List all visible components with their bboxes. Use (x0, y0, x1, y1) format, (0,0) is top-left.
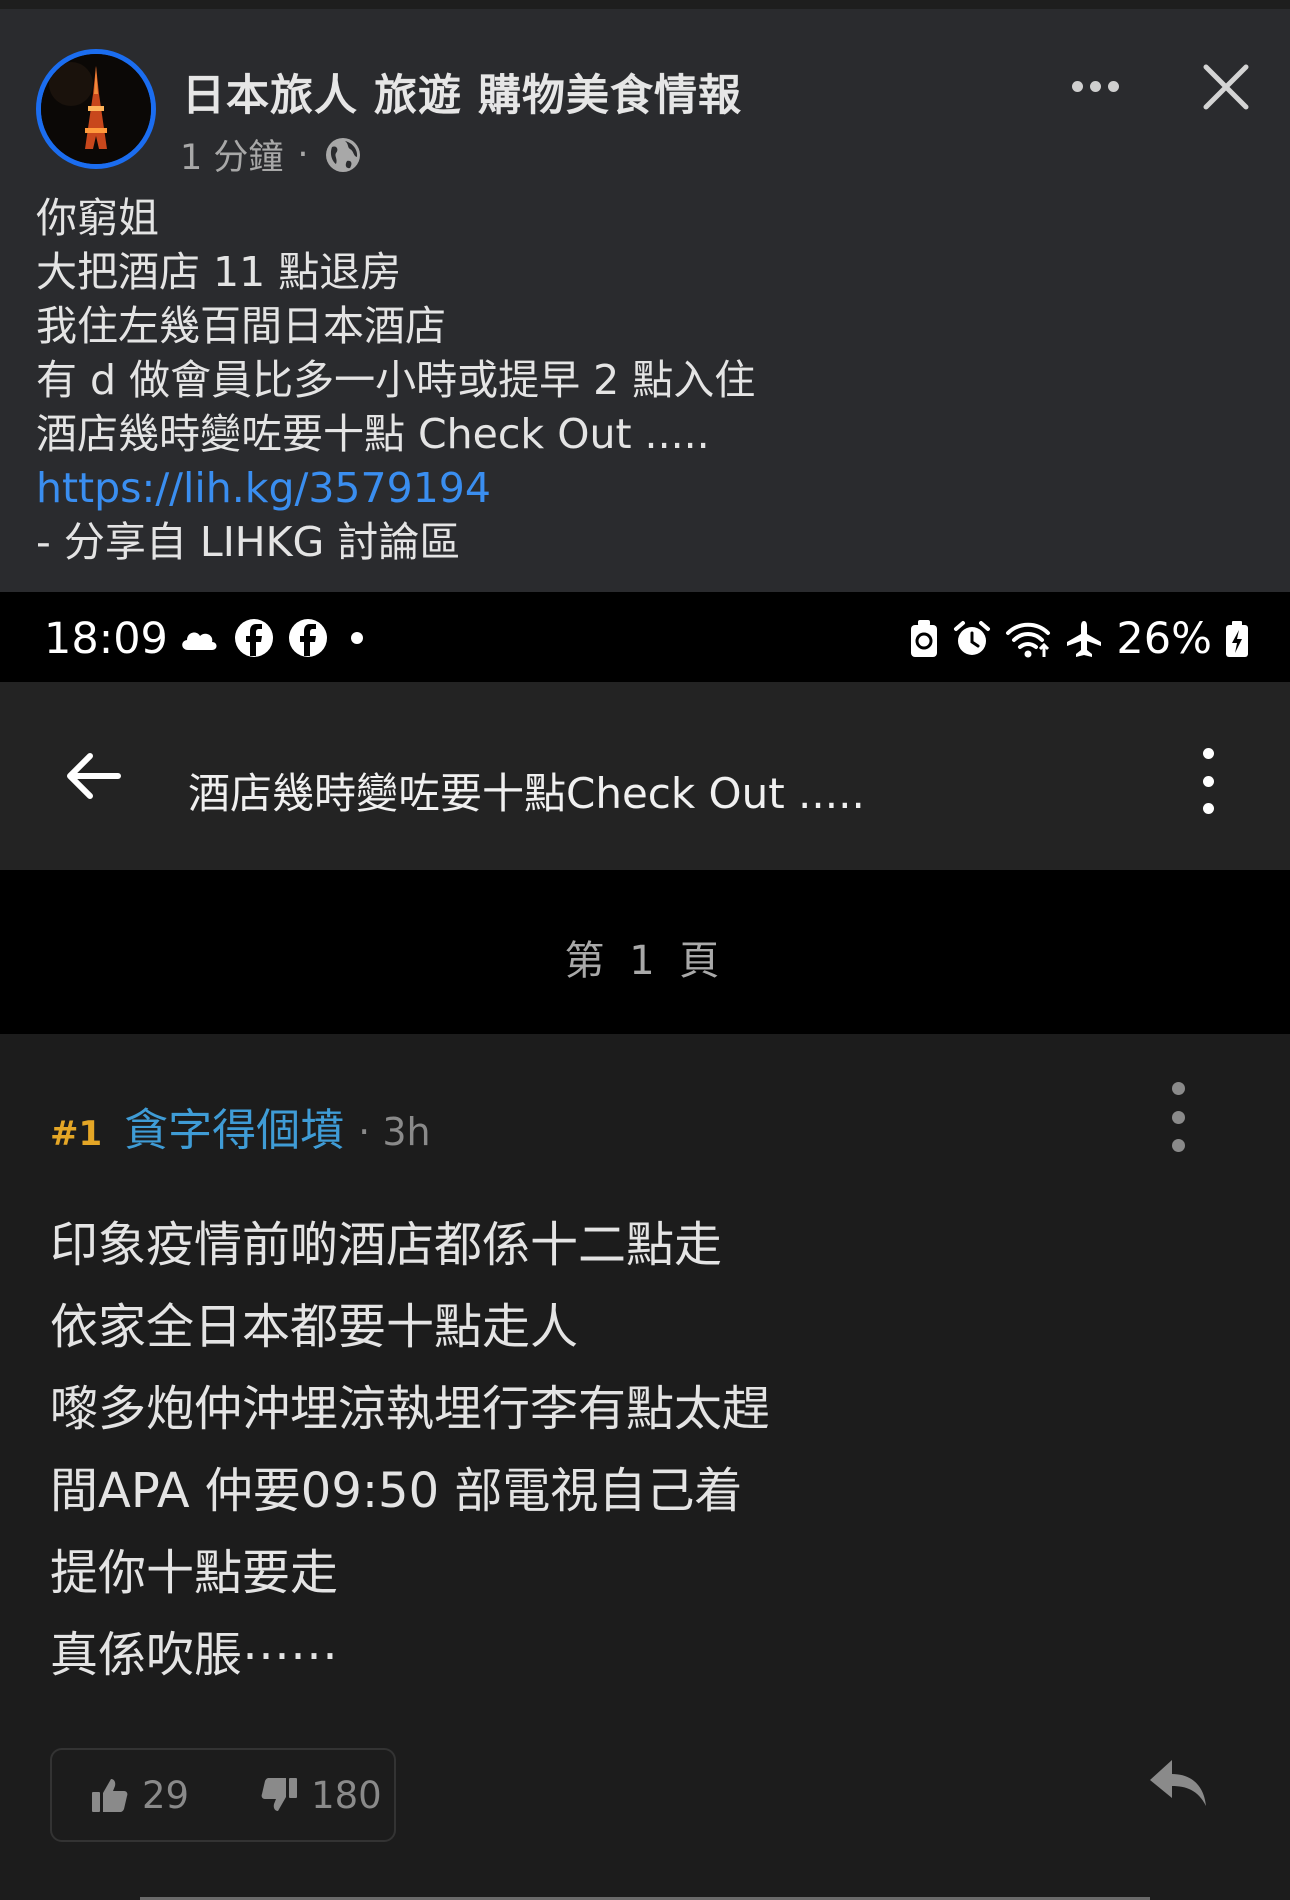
post-line: 大把酒店 11 點退房 (36, 248, 402, 296)
status-system-icons: 26% (908, 614, 1250, 664)
alarm-icon (954, 621, 991, 655)
floor-number: #1 (50, 1114, 103, 1154)
post-line: 我住左幾百間日本酒店 (36, 302, 446, 350)
battery-charging-icon (1226, 621, 1248, 657)
reply-post: #1 貪字得個墳 · 3h 印象疫情前啲酒店都係十二點走 依家全日本都要十點走人… (0, 1034, 1290, 1900)
thumbs-up-icon[interactable] (90, 1776, 130, 1814)
facebook-post: 日本旅人 旅遊 購物美食情報 1 分鐘 · 你窮姐 大把酒店 11 點退房 我住… (0, 0, 1290, 592)
reply-header: #1 貪字得個墳 · 3h (50, 1094, 431, 1158)
cloud-icon (182, 632, 217, 650)
airplane-icon (1067, 621, 1102, 657)
facebook-icon (235, 619, 273, 657)
page-indicator: 第 1 頁 (0, 870, 1290, 1034)
facebook-icon (289, 619, 327, 657)
post-time[interactable]: 1 分鐘 (180, 129, 283, 180)
meta-separator: · (297, 134, 309, 175)
post-line: 有 d 做會員比多一小時或提早 2 點入住 (36, 356, 756, 404)
vote-bar: 29 180 (50, 1748, 396, 1842)
reply-menu-icon[interactable] (1160, 1082, 1196, 1152)
back-arrow-icon[interactable] (62, 744, 126, 808)
reply-line: 間APA 仲要09:50 部電視自己着 (50, 1463, 743, 1519)
thread-app-bar: 酒店幾時變咗要十點Check Out ..... (0, 682, 1290, 870)
status-bar: 18:09 26% (0, 592, 1290, 682)
like-count: 29 (142, 1773, 190, 1817)
post-source: - 分享自 LIHKG 討論區 (36, 518, 461, 566)
post-line: 你窮姐 (36, 194, 159, 242)
page-name[interactable]: 日本旅人 旅遊 購物美食情報 (182, 61, 742, 123)
reply-line: 嚟多炮仲沖埋涼執埋行李有點太趕 (50, 1381, 771, 1437)
reply-line: 印象疫情前啲酒店都係十二點走 (50, 1217, 723, 1273)
post-body: 你窮姐 大把酒店 11 點退房 我住左幾百間日本酒店 有 d 做會員比多一小時或… (36, 191, 1256, 569)
close-icon[interactable] (1196, 57, 1256, 117)
dislike-count: 180 (311, 1773, 382, 1817)
reply-time: · 3h (358, 1110, 431, 1154)
reply-line: 真係吹脹⋯⋯ (50, 1627, 339, 1683)
post-meta: 1 分鐘 · (180, 129, 363, 180)
status-time: 18:09 (44, 614, 168, 664)
reply-arrow-icon[interactable] (1146, 1754, 1210, 1812)
status-notification-icons (178, 618, 372, 658)
reply-line: 提你十點要走 (50, 1545, 339, 1601)
more-options-icon[interactable] (1060, 61, 1130, 111)
page-number-label: 第 1 頁 (564, 938, 726, 984)
globe-icon (325, 137, 360, 172)
thumbs-down-icon[interactable] (259, 1776, 299, 1814)
battery-saver-icon (911, 620, 938, 657)
thread-menu-icon[interactable] (1190, 748, 1226, 814)
reply-line: 依家全日本都要十點走人 (50, 1299, 579, 1355)
dot-icon (351, 632, 363, 644)
tokyo-tower-image (41, 54, 151, 164)
reply-body: 印象疫情前啲酒店都係十二點走 依家全日本都要十點走人 嚟多炮仲沖埋涼執埋行李有點… (50, 1204, 1230, 1696)
thread-title: 酒店幾時變咗要十點Check Out ..... (188, 769, 865, 818)
wifi-icon (1006, 622, 1051, 658)
reply-username[interactable]: 貪字得個墳 (124, 1094, 344, 1158)
post-link[interactable]: https://lih.kg/3579194 (36, 461, 1256, 515)
battery-percent: 26% (1116, 614, 1212, 664)
page-avatar[interactable] (36, 49, 156, 169)
post-line: 酒店幾時變咗要十點 Check Out ..... (36, 410, 710, 458)
